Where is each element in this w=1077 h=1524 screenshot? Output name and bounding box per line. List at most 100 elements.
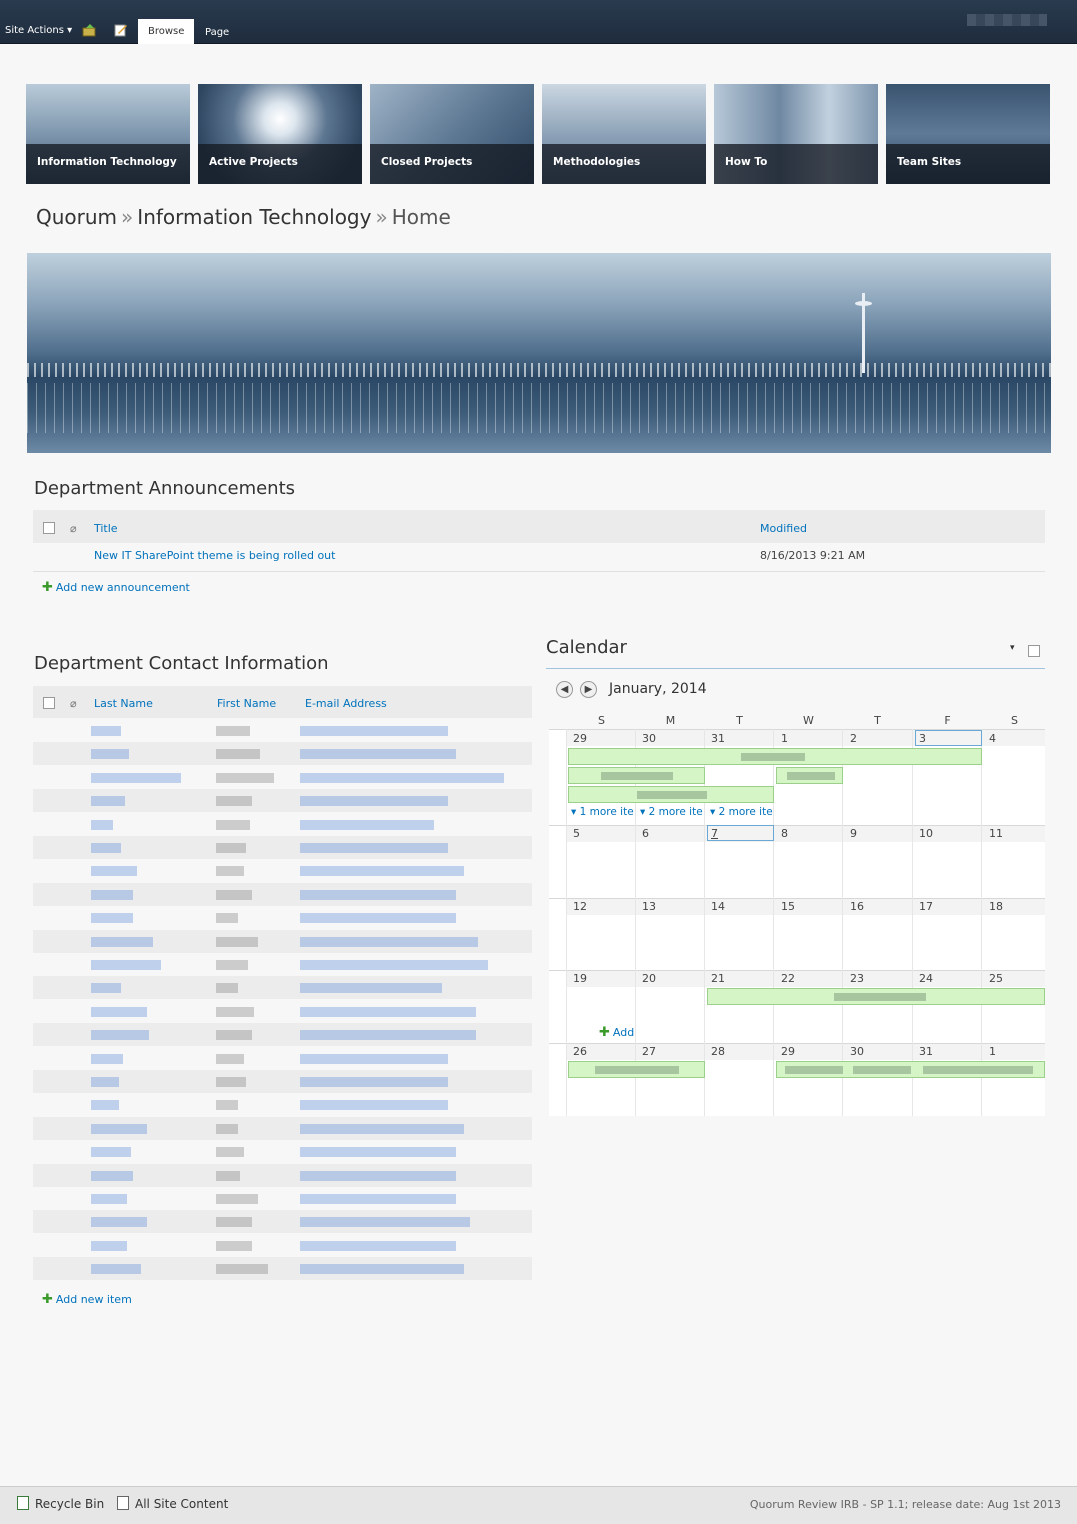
more-items-link[interactable]: ▾ 2 more ite	[710, 806, 773, 818]
calendar-day-number[interactable]: 25	[989, 972, 1003, 985]
table-row[interactable]	[33, 1163, 532, 1187]
redacted-last-name[interactable]	[91, 819, 113, 830]
redacted-last-name[interactable]	[91, 843, 121, 853]
breadcrumb-quorum[interactable]: Quorum	[36, 205, 117, 229]
tile-team-sites[interactable]: Team Sites	[886, 84, 1050, 184]
redacted-last-name[interactable]	[91, 1030, 149, 1041]
redacted-last-name[interactable]	[91, 866, 137, 877]
table-row[interactable]	[33, 882, 532, 906]
tab-page[interactable]: Page	[195, 20, 239, 44]
redacted-email[interactable]	[300, 1147, 456, 1158]
redacted-last-name[interactable]	[91, 1100, 119, 1111]
calendar-event[interactable]	[568, 1061, 705, 1078]
redacted-email[interactable]	[300, 913, 456, 924]
redacted-email[interactable]	[300, 1053, 448, 1064]
calendar-day-number[interactable]: 9	[850, 827, 857, 840]
redacted-email[interactable]	[300, 983, 442, 994]
redacted-last-name[interactable]	[91, 1147, 131, 1158]
calendar-event[interactable]	[707, 988, 1045, 1005]
redacted-last-name[interactable]	[91, 1194, 127, 1204]
redacted-email[interactable]	[300, 1100, 448, 1111]
calendar-day-number[interactable]: 27	[642, 1045, 656, 1058]
table-row[interactable]	[33, 976, 532, 1000]
redacted-email[interactable]	[300, 796, 448, 807]
calendar-day-number[interactable]: 29	[781, 1045, 795, 1058]
calendar-day-number[interactable]: 8	[781, 827, 788, 840]
redacted-last-name[interactable]	[91, 796, 125, 807]
calendar-day-number[interactable]: 19	[573, 972, 587, 985]
redacted-last-name[interactable]	[91, 1264, 141, 1275]
calendar-day-number[interactable]: 1	[989, 1045, 996, 1058]
add-contact-link[interactable]: ✚ Add new item	[42, 1292, 132, 1307]
redacted-last-name[interactable]	[91, 749, 129, 760]
col-email-header[interactable]: E-mail Address	[305, 697, 387, 710]
redacted-email[interactable]	[300, 889, 456, 900]
more-items-link[interactable]: ▾ 1 more ite	[571, 806, 634, 818]
calendar-day-number[interactable]: 29	[573, 732, 587, 745]
table-row[interactable]	[33, 1257, 532, 1281]
calendar-day-number[interactable]: 13	[642, 900, 656, 913]
redacted-last-name[interactable]	[91, 889, 133, 900]
calendar-event[interactable]	[568, 767, 705, 784]
calendar-day-number[interactable]: 22	[781, 972, 795, 985]
redacted-last-name[interactable]	[91, 913, 133, 924]
redacted-last-name[interactable]	[91, 1170, 133, 1181]
calendar-day-number[interactable]: 31	[711, 732, 725, 745]
redacted-email[interactable]	[300, 1170, 456, 1181]
redacted-last-name[interactable]	[91, 1217, 147, 1228]
redacted-email[interactable]	[300, 1123, 464, 1134]
navigate-up-icon[interactable]	[82, 24, 96, 37]
redacted-email[interactable]	[300, 749, 456, 760]
redacted-last-name[interactable]	[91, 960, 161, 970]
redacted-last-name[interactable]	[91, 1240, 127, 1251]
calendar-day-number[interactable]: 4	[989, 732, 996, 745]
calendar-event[interactable]	[776, 767, 843, 784]
table-row[interactable]	[33, 1234, 532, 1257]
calendar-day-number[interactable]: 30	[850, 1045, 864, 1058]
table-row[interactable]	[33, 859, 532, 882]
col-title-header[interactable]: Title	[94, 522, 118, 535]
user-menu[interactable]	[967, 14, 1047, 26]
table-row[interactable]	[33, 953, 532, 976]
table-row[interactable]	[33, 1140, 532, 1163]
table-row[interactable]	[33, 1116, 532, 1140]
calendar-day-number[interactable]: 18	[989, 900, 1003, 913]
table-row[interactable]	[33, 1093, 532, 1116]
table-row[interactable]	[33, 1023, 532, 1047]
select-all-checkbox[interactable]	[43, 522, 55, 534]
redacted-email[interactable]	[300, 772, 504, 783]
calendar-menu-chevron-icon[interactable]: ▾	[1010, 643, 1015, 653]
redacted-email[interactable]	[300, 960, 488, 970]
table-row[interactable]	[33, 742, 532, 766]
more-items-link[interactable]: ▾ 2 more ite	[640, 806, 703, 818]
col-last-name-header[interactable]: Last Name	[94, 697, 153, 710]
redacted-email[interactable]	[300, 866, 464, 877]
redacted-last-name[interactable]	[91, 726, 121, 736]
calendar-day-number[interactable]: 21	[711, 972, 725, 985]
all-site-content-link[interactable]: All Site Content	[135, 1497, 228, 1511]
calendar-day-number[interactable]: 1	[781, 732, 788, 745]
select-all-checkbox[interactable]	[43, 697, 55, 709]
redacted-email[interactable]	[300, 819, 434, 830]
redacted-email[interactable]	[300, 1264, 464, 1275]
calendar-day-number[interactable]: 14	[711, 900, 725, 913]
site-actions-menu[interactable]: Site Actions ▾	[5, 25, 72, 36]
table-row[interactable]	[33, 719, 532, 742]
redacted-last-name[interactable]	[91, 1006, 147, 1017]
tile-methodologies[interactable]: Methodologies	[542, 84, 706, 184]
redacted-email[interactable]	[300, 843, 448, 853]
redacted-email[interactable]	[300, 936, 478, 947]
redacted-last-name[interactable]	[91, 983, 121, 994]
redacted-email[interactable]	[300, 1217, 470, 1228]
calendar-event[interactable]	[568, 748, 982, 765]
calendar-day-number[interactable]: 17	[919, 900, 933, 913]
calendar-day-number[interactable]: 15	[781, 900, 795, 913]
calendar-add-link[interactable]: ✚ Add	[599, 1025, 634, 1040]
redacted-email[interactable]	[300, 1006, 476, 1017]
prev-month-arrow-icon[interactable]: ◀	[556, 681, 573, 698]
table-row[interactable]	[33, 1187, 532, 1210]
calendar-day-number[interactable]: 20	[642, 972, 656, 985]
redacted-email[interactable]	[300, 1194, 456, 1204]
redacted-email[interactable]	[300, 1030, 476, 1041]
redacted-email[interactable]	[300, 1077, 448, 1087]
